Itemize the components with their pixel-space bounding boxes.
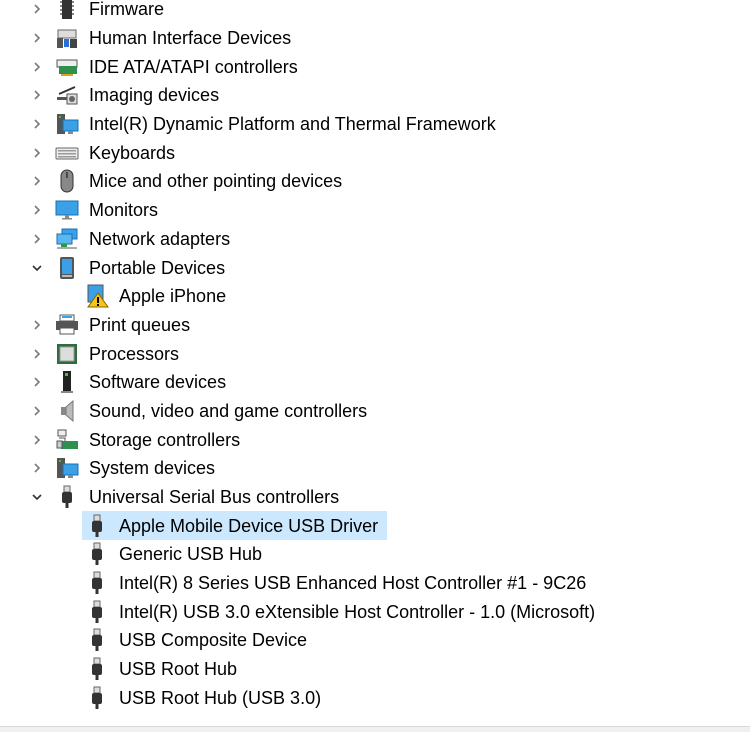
storage-controller-icon xyxy=(55,428,79,452)
system-device-icon xyxy=(55,456,79,480)
tree-category-firmware[interactable]: Firmware xyxy=(0,0,750,24)
usb-icon xyxy=(85,571,109,595)
device-tree[interactable]: Firmware Human Interface Devices IDE ATA/A… xyxy=(0,0,750,712)
tree-category-imaging-devices[interactable]: Imaging devices xyxy=(0,81,750,110)
tree-item-label: Imaging devices xyxy=(89,85,220,106)
tree-category-system-devices[interactable]: System devices xyxy=(0,454,750,483)
tree-item-label: Mice and other pointing devices xyxy=(89,171,343,192)
tree-item-label: Intel(R) USB 3.0 eXtensible Host Control… xyxy=(119,601,596,622)
network-icon xyxy=(55,227,79,251)
warning-device-icon xyxy=(85,284,109,308)
tree-category-keyboards[interactable]: Keyboards xyxy=(0,138,750,167)
tree-item-label: Network adapters xyxy=(89,228,231,249)
firmware-icon xyxy=(55,0,79,21)
usb-icon xyxy=(85,686,109,710)
tree-item-label: Storage controllers xyxy=(89,429,241,450)
tree-category-mice-and-other-pointing-devices[interactable]: Mice and other pointing devices xyxy=(0,167,750,196)
chevron-right-icon[interactable] xyxy=(28,402,46,420)
tree-device-usb-root-hub-usb-3-0[interactable]: USB Root Hub (USB 3.0) xyxy=(0,684,750,713)
usb-icon xyxy=(85,657,109,681)
tree-item-label: Apple iPhone xyxy=(119,286,227,307)
usb-icon xyxy=(85,600,109,624)
tree-category-network-adapters[interactable]: Network adapters xyxy=(0,225,750,254)
tree-category-intel-r-dynamic-platform-and-thermal-framework[interactable]: Intel(R) Dynamic Platform and Thermal Fr… xyxy=(0,110,750,139)
tree-category-software-devices[interactable]: Software devices xyxy=(0,368,750,397)
tree-category-sound-video-and-game-controllers[interactable]: Sound, video and game controllers xyxy=(0,397,750,426)
tree-item-label: Print queues xyxy=(89,314,191,335)
chevron-right-icon[interactable] xyxy=(28,201,46,219)
tree-item-label: System devices xyxy=(89,458,216,479)
chevron-down-icon[interactable] xyxy=(28,259,46,277)
chevron-right-icon[interactable] xyxy=(28,29,46,47)
tree-item-label: USB Composite Device xyxy=(119,630,308,651)
tree-item-label: Generic USB Hub xyxy=(119,544,263,565)
tree-device-usb-root-hub[interactable]: USB Root Hub xyxy=(0,655,750,684)
camera-icon xyxy=(55,83,79,107)
software-device-icon xyxy=(55,370,79,394)
usb-icon xyxy=(55,485,79,509)
chevron-right-icon[interactable] xyxy=(28,115,46,133)
tree-device-intel-r-8-series-usb-enhanced-host-controller-1-9c26[interactable]: Intel(R) 8 Series USB Enhanced Host Cont… xyxy=(0,569,750,598)
tree-category-universal-serial-bus-controllers[interactable]: Universal Serial Bus controllers xyxy=(0,483,750,512)
chevron-right-icon[interactable] xyxy=(28,431,46,449)
tree-item-label: Apple Mobile Device USB Driver xyxy=(119,515,379,536)
chevron-right-icon[interactable] xyxy=(28,0,46,18)
tree-item-label: Processors xyxy=(89,343,180,364)
tree-category-portable-devices[interactable]: Portable Devices xyxy=(0,253,750,282)
monitor-icon xyxy=(55,198,79,222)
mouse-icon xyxy=(55,169,79,193)
tree-item-label: Human Interface Devices xyxy=(89,28,292,49)
tree-item-label: USB Root Hub (USB 3.0) xyxy=(119,687,322,708)
tree-category-human-interface-devices[interactable]: Human Interface Devices xyxy=(0,24,750,53)
processor-icon xyxy=(55,342,79,366)
chevron-right-icon[interactable] xyxy=(28,230,46,248)
tree-device-intel-r-usb-3-0-extensible-host-controller-1-0-microsoft[interactable]: Intel(R) USB 3.0 eXtensible Host Control… xyxy=(0,597,750,626)
tree-item-label: USB Root Hub xyxy=(119,659,238,680)
chevron-right-icon[interactable] xyxy=(28,459,46,477)
tree-item-label: Monitors xyxy=(89,200,159,221)
chevron-right-icon[interactable] xyxy=(28,316,46,334)
tree-item-label: Intel(R) 8 Series USB Enhanced Host Cont… xyxy=(119,573,587,594)
tree-device-generic-usb-hub[interactable]: Generic USB Hub xyxy=(0,540,750,569)
tree-category-processors[interactable]: Processors xyxy=(0,339,750,368)
system-device-icon xyxy=(55,112,79,136)
tree-item-label: IDE ATA/ATAPI controllers xyxy=(89,56,298,77)
chevron-right-icon[interactable] xyxy=(28,373,46,391)
tree-item-label: Firmware xyxy=(89,0,164,20)
tree-item-label: Intel(R) Dynamic Platform and Thermal Fr… xyxy=(89,114,496,135)
usb-icon xyxy=(85,628,109,652)
keyboard-icon xyxy=(55,141,79,165)
tree-item-label: Universal Serial Bus controllers xyxy=(89,487,340,508)
speaker-icon xyxy=(55,399,79,423)
tree-item-label: Sound, video and game controllers xyxy=(89,400,368,421)
tree-item-label: Keyboards xyxy=(89,142,176,163)
printer-icon xyxy=(55,313,79,337)
portable-device-icon xyxy=(55,256,79,280)
chevron-right-icon[interactable] xyxy=(28,58,46,76)
hid-icon xyxy=(55,26,79,50)
chevron-right-icon[interactable] xyxy=(28,86,46,104)
chevron-right-icon[interactable] xyxy=(28,345,46,363)
tree-item-label: Portable Devices xyxy=(89,257,226,278)
status-bar xyxy=(0,726,750,732)
ide-controller-icon xyxy=(55,55,79,79)
tree-category-monitors[interactable]: Monitors xyxy=(0,196,750,225)
usb-icon xyxy=(85,514,109,538)
chevron-right-icon[interactable] xyxy=(28,172,46,190)
tree-device-apple-mobile-device-usb-driver[interactable]: Apple Mobile Device USB Driver xyxy=(0,511,750,540)
tree-category-storage-controllers[interactable]: Storage controllers xyxy=(0,425,750,454)
tree-device-usb-composite-device[interactable]: USB Composite Device xyxy=(0,626,750,655)
chevron-down-icon[interactable] xyxy=(28,488,46,506)
chevron-right-icon[interactable] xyxy=(28,144,46,162)
tree-item-label: Software devices xyxy=(89,372,227,393)
tree-category-ide-ata-atapi-controllers[interactable]: IDE ATA/ATAPI controllers xyxy=(0,52,750,81)
tree-category-print-queues[interactable]: Print queues xyxy=(0,311,750,340)
tree-device-apple-iphone[interactable]: Apple iPhone xyxy=(0,282,750,311)
usb-icon xyxy=(85,542,109,566)
